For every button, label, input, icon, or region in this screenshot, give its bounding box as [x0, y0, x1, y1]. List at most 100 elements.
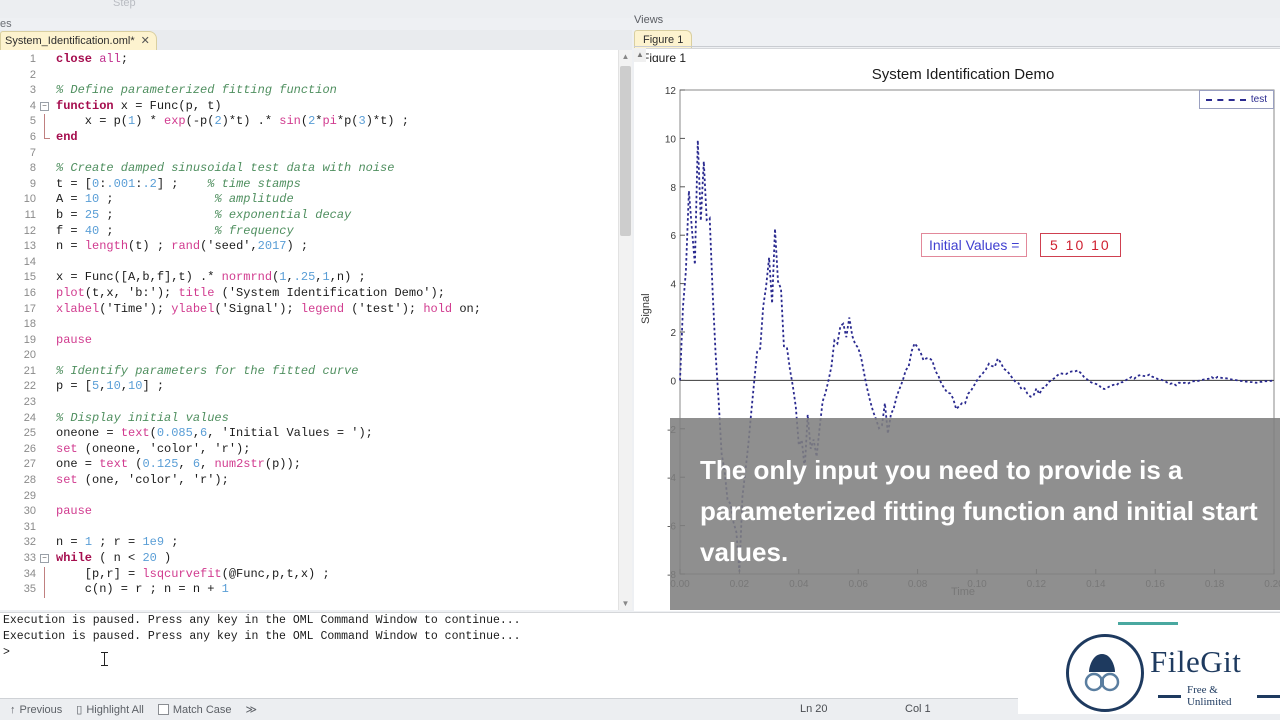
code-line[interactable]: 1close all; [0, 52, 632, 68]
code-line[interactable]: 8% Create damped sinusoidal test data wi… [0, 161, 632, 177]
code-line-number: 10 [0, 192, 36, 208]
scrollbar-thumb[interactable] [620, 66, 631, 236]
code-token: A = [56, 192, 85, 206]
code-line[interactable]: 3 % Define parameterized fitting function [0, 83, 632, 99]
code-token: 1 [222, 582, 229, 596]
code-line[interactable]: 32n = 1 ; r = 1e9 ; [0, 535, 632, 551]
initial-values-label: Initial Values = [921, 233, 1027, 257]
code-line-number: 14 [0, 255, 36, 271]
code-line[interactable]: 20 [0, 348, 632, 364]
code-line[interactable]: 14 [0, 255, 632, 271]
code-token: on; [452, 302, 481, 316]
code-token: ; r = [92, 535, 142, 549]
code-line[interactable]: 6end [0, 130, 632, 146]
svg-text:2: 2 [670, 328, 676, 339]
code-line[interactable]: 25oneone = text(0.085,6, 'Initial Values… [0, 426, 632, 442]
code-token: title [178, 286, 214, 300]
code-line[interactable]: 18 [0, 317, 632, 333]
code-line[interactable]: 23 [0, 395, 632, 411]
code-token: c(n) = r ; n = n + [56, 582, 222, 596]
figure-scroll-up-icon[interactable]: ▲ [634, 48, 646, 62]
code-token: % Display initial values [56, 411, 229, 425]
code-token: normrnd [222, 270, 272, 284]
scroll-down-icon[interactable]: ▼ [619, 597, 632, 610]
editor-tab-active[interactable]: System_Identification.oml* ✕ [0, 31, 157, 50]
code-token: ( [128, 457, 142, 471]
code-line[interactable]: 12f = 40 ; % frequency [0, 224, 632, 240]
caption-text: The only input you need to provide is a … [700, 450, 1260, 573]
code-token: all [99, 52, 121, 66]
code-line-text: % Create damped sinusoidal test data wit… [56, 161, 394, 177]
code-line[interactable]: 17xlabel('Time'); ylabel('Signal'); lege… [0, 302, 632, 318]
code-line-text: close all; [56, 52, 128, 68]
code-token: f = [56, 224, 85, 238]
code-token: ; [121, 52, 128, 66]
step-button-ghost[interactable]: Step [113, 0, 136, 9]
tagline-rule-left [1158, 695, 1181, 698]
code-line[interactable]: 4−function x = Func(p, t) [0, 99, 632, 115]
code-line-text: % Define parameterized fitting function [56, 83, 337, 99]
code-line[interactable]: 27one = text (0.125, 6, num2str(p)); [0, 457, 632, 473]
code-line-number: 23 [0, 395, 36, 411]
code-line[interactable]: 9t = [0:.001:.2] ; % time stamps [0, 177, 632, 193]
code-line[interactable]: 21% Identify parameters for the fitted c… [0, 364, 632, 380]
code-line-text: b = 25 ; % exponential decay [56, 208, 351, 224]
code-line[interactable]: 30pause [0, 504, 632, 520]
code-token: 10 [85, 192, 99, 206]
code-token: num2str [214, 457, 264, 471]
code-line[interactable]: 2 [0, 68, 632, 84]
code-line-number: 32 [0, 535, 36, 551]
code-line-number: 2 [0, 68, 36, 84]
fold-collapse-icon[interactable]: − [40, 102, 49, 111]
code-token: )*t) ; [366, 114, 409, 128]
code-line[interactable]: 29 [0, 489, 632, 505]
code-line-text: set (one, 'color', 'r'); [56, 473, 229, 489]
code-line-number: 12 [0, 224, 36, 240]
code-token: xlabel [56, 302, 99, 316]
svg-text:4: 4 [670, 280, 676, 291]
code-line[interactable]: 24% Display initial values [0, 411, 632, 427]
editor-scrollbar[interactable]: ▲ ▼ [618, 50, 632, 610]
code-token: t = [ [56, 177, 92, 191]
code-line-number: 27 [0, 457, 36, 473]
fold-end-marker [44, 130, 50, 139]
code-line-number: 3 [0, 83, 36, 99]
code-token: 10 [128, 379, 142, 393]
code-line-text: A = 10 ; % amplitude [56, 192, 294, 208]
code-line[interactable]: 31 [0, 520, 632, 536]
code-line-number: 7 [0, 146, 36, 162]
code-line[interactable]: 22p = [5,10,10] ; [0, 379, 632, 395]
code-line-number: 11 [0, 208, 36, 224]
code-token: % Define parameterized fitting function [56, 83, 337, 97]
code-editor[interactable]: 1close all;23% Define parameterized fitt… [0, 50, 632, 610]
code-line[interactable]: 33−while ( n < 20 ) [0, 551, 632, 567]
scroll-up-icon[interactable]: ▲ [619, 50, 632, 63]
code-token: oneone = [56, 426, 121, 440]
code-token: ; [99, 224, 214, 238]
code-line-text: pause [56, 333, 92, 349]
code-line[interactable]: 15x = Func([A,b,f],t) .* normrnd(1,.25,1… [0, 270, 632, 286]
code-line[interactable]: 11 b = 25 ; % exponential decay [0, 208, 632, 224]
code-line[interactable]: 7 [0, 146, 632, 162]
code-token: )*t) .* [222, 114, 280, 128]
code-token: 20 [142, 551, 156, 565]
code-line-number: 16 [0, 286, 36, 302]
code-token: end [56, 130, 78, 144]
code-line[interactable]: 16plot(t,x, 'b:'); title ('System Identi… [0, 286, 632, 302]
code-line[interactable]: 19pause [0, 333, 632, 349]
code-line[interactable]: 13n = length(t) ; rand('seed',2017) ; [0, 239, 632, 255]
code-token: % amplitude [214, 192, 293, 206]
close-icon[interactable]: ✕ [141, 36, 150, 47]
code-line[interactable]: 5 x = p(1) * exp(-p(2)*t) .* sin(2*pi*p(… [0, 114, 632, 130]
code-line[interactable]: 10A = 10 ; % amplitude [0, 192, 632, 208]
code-line-number: 9 [0, 177, 36, 193]
code-line[interactable]: 35 c(n) = r ; n = n + 1 [0, 582, 632, 598]
code-token: x = Func(p, t) [114, 99, 222, 113]
code-token: % exponential decay [214, 208, 351, 222]
code-line[interactable]: 26set (oneone, 'color', 'r'); [0, 442, 632, 458]
code-token: rand [171, 239, 200, 253]
fold-collapse-icon[interactable]: − [40, 554, 49, 563]
code-line[interactable]: 28set (one, 'color', 'r'); [0, 473, 632, 489]
code-line[interactable]: 34 [p,r] = lsqcurvefit(@Func,p,t,x) ; [0, 567, 632, 583]
code-token: while [56, 551, 92, 565]
